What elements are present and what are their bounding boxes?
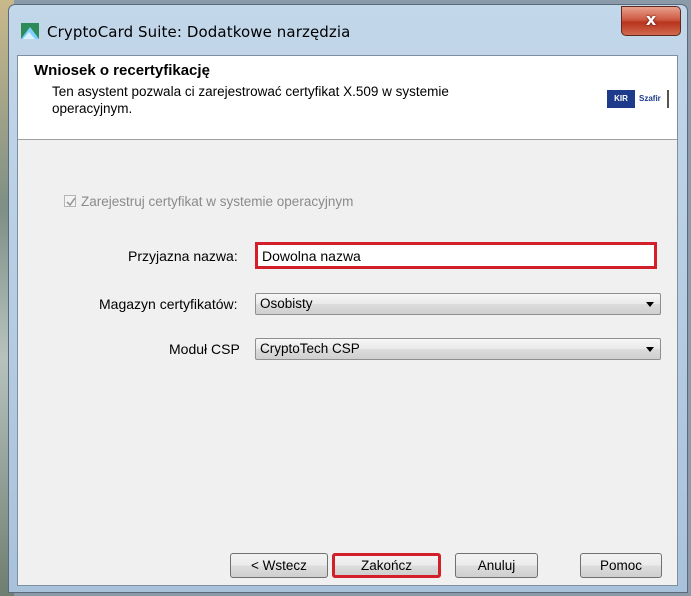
wizard-title: Wniosek o recertyfikację [34, 62, 210, 79]
csp-module-value: CryptoTech CSP [260, 341, 360, 356]
logo-divider [667, 90, 669, 108]
app-icon [21, 23, 39, 39]
dialog-window: CryptoCard Suite: Dodatkowe narzędzia x … [8, 4, 688, 593]
close-button[interactable]: x [621, 6, 681, 36]
cert-store-select[interactable]: Osobisty [255, 293, 661, 315]
title-bar[interactable]: CryptoCard Suite: Dodatkowe narzędzia x [9, 5, 687, 55]
wizard-header: Wniosek o recertyfikację Ten asystent po… [18, 56, 677, 140]
wizard-description: Ten asystent pozwala ci zarejestrować ce… [52, 84, 449, 116]
dialog-client-area: Wniosek o recertyfikację Ten asystent po… [17, 55, 678, 586]
logo-box: KIR [607, 90, 635, 108]
checkmark-icon [66, 197, 76, 207]
friendly-name-label: Przyjazna nazwa: [128, 248, 238, 264]
friendly-name-input[interactable]: Dowolna nazwa [255, 242, 657, 269]
cert-store-label: Magazyn certyfikatów: [99, 296, 238, 312]
cert-store-value: Osobisty [260, 296, 313, 311]
help-button[interactable]: Pomoc [580, 553, 662, 578]
finish-button[interactable]: Zakończ [332, 553, 441, 578]
window-title: CryptoCard Suite: Dodatkowe narzędzia [47, 23, 351, 41]
cancel-button[interactable]: Anuluj [455, 553, 538, 578]
back-button[interactable]: < Wstecz [230, 553, 328, 578]
kir-szafir-logo: KIR Szafir [607, 90, 669, 108]
dropdown-arrow-icon [646, 302, 654, 307]
csp-module-label: Moduł CSP [169, 341, 240, 357]
register-checkbox[interactable] [64, 195, 76, 207]
csp-module-select[interactable]: CryptoTech CSP [255, 338, 661, 360]
dropdown-arrow-icon [646, 347, 654, 352]
logo-text: Szafir [639, 94, 661, 103]
register-checkbox-label: Zarejestruj certyfikat w systemie operac… [81, 194, 354, 209]
close-icon: x [645, 10, 657, 29]
